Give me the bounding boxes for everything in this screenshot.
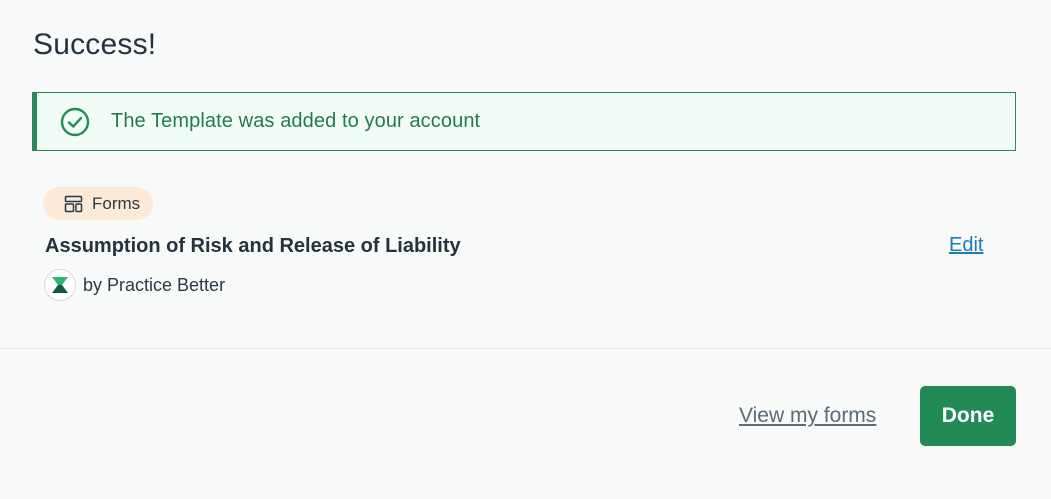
- view-my-forms-link[interactable]: View my forms: [739, 404, 876, 428]
- dialog-title: Success!: [33, 28, 157, 61]
- layout-icon: [64, 195, 83, 213]
- alert-message: The Template was added to your account: [111, 110, 481, 132]
- check-circle-icon: [60, 107, 90, 137]
- success-alert: The Template was added to your account: [32, 92, 1016, 151]
- done-button[interactable]: Done: [920, 386, 1016, 446]
- footer-divider: [0, 348, 1051, 349]
- author-name: by Practice Better: [83, 274, 226, 295]
- template-title: Assumption of Risk and Release of Liabil…: [45, 235, 461, 257]
- template-author: by Practice Better: [44, 269, 225, 301]
- edit-link[interactable]: Edit: [949, 234, 983, 257]
- success-dialog: Success! The Template was added to your …: [0, 0, 1051, 499]
- category-label: Forms: [92, 193, 141, 213]
- practice-better-logo-icon: [44, 269, 76, 301]
- category-badge: Forms: [43, 187, 154, 220]
